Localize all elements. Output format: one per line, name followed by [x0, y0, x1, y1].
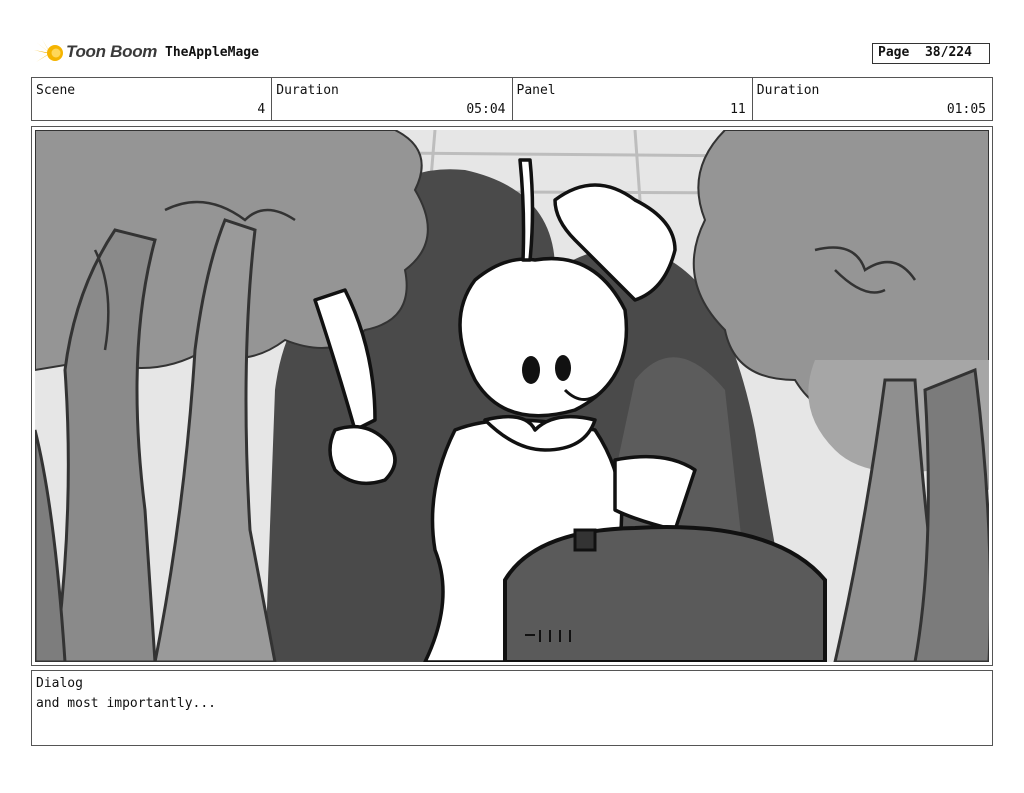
panel-duration-value: 01:05: [946, 102, 986, 117]
scene-label: Scene: [36, 83, 76, 98]
page-indicator: Page 38/224: [872, 43, 990, 64]
dialog-label: Dialog: [36, 676, 83, 691]
scene-duration-value: 05:04: [466, 102, 506, 117]
scene-duration-label: Duration: [276, 83, 339, 98]
panel-value: 11: [730, 102, 746, 117]
panel-info-row: Scene 4 Duration 05:04 Panel 11 Duration…: [31, 77, 993, 121]
dialog-text: and most importantly...: [36, 696, 217, 711]
page-label: Page: [878, 45, 910, 60]
page-number: 38/224: [924, 45, 972, 60]
logo-wordmark: Toon Boom: [66, 42, 158, 61]
dialog-box: Dialog and most importantly...: [31, 670, 993, 746]
project-title: TheAppleMage: [165, 45, 259, 60]
scene-value: 4: [257, 102, 266, 117]
scene-duration-cell: Duration 05:04: [272, 78, 513, 120]
panel-duration-cell: Duration 01:05: [753, 78, 992, 120]
panel-label: Panel: [516, 83, 556, 98]
toon-boom-logo: Toon Boom: [34, 38, 158, 68]
toon-boom-burst-icon: [34, 39, 63, 62]
panel-sketch-image: [35, 130, 989, 662]
panel-cell: Panel 11: [513, 78, 753, 120]
scene-cell: Scene 4: [32, 78, 273, 120]
panel-duration-label: Duration: [756, 83, 820, 98]
storyboard-panel: [31, 126, 993, 666]
